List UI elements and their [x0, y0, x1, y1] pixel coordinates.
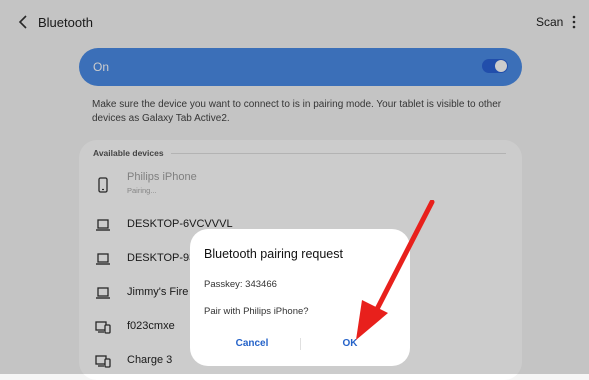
dialog-title: Bluetooth pairing request	[204, 247, 343, 261]
ok-button[interactable]: OK	[310, 334, 390, 354]
pairing-dialog: Bluetooth pairing request Passkey: 34346…	[190, 229, 410, 366]
cancel-button[interactable]: Cancel	[212, 334, 292, 354]
pair-question-text: Pair with Philips iPhone?	[204, 306, 309, 317]
passkey-text: Passkey: 343466	[204, 279, 277, 290]
button-divider	[300, 338, 301, 350]
